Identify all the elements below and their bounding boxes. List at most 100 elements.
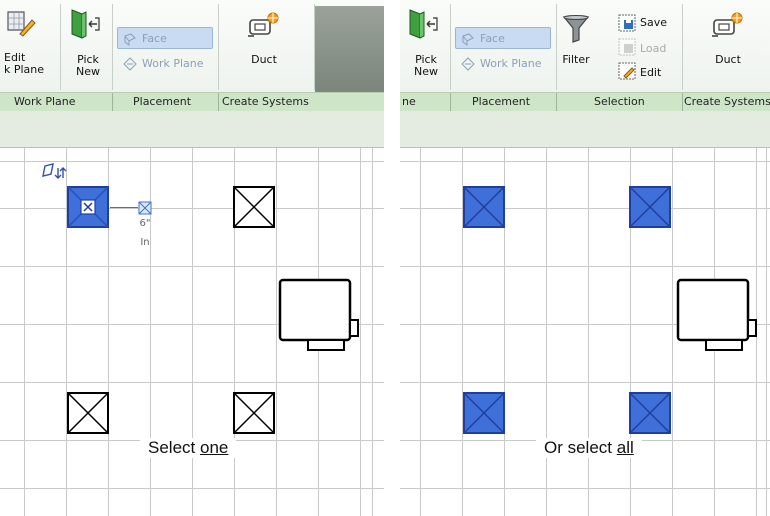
face-label: Face: [142, 32, 167, 45]
caption-select-all: Or select all: [536, 438, 642, 458]
mechanical-equipment[interactable]: [278, 278, 362, 354]
group-work-plane-truncated: ne: [402, 95, 416, 108]
grid-line: [588, 148, 589, 516]
grid-line: [400, 488, 770, 489]
face-button[interactable]: Face: [455, 27, 551, 49]
face-icon: [123, 32, 137, 46]
grid-line: [672, 148, 673, 516]
pick-new-label[interactable]: Pick New: [68, 54, 108, 78]
group-separator: [556, 93, 557, 111]
caption-link-one: one: [199, 438, 229, 457]
selected-air-terminal[interactable]: [463, 186, 505, 228]
ribbon: Pick New Face Work Plane Filter Save Loa…: [400, 0, 770, 92]
group-separator: [112, 93, 113, 111]
group-create-systems: Create Systems: [684, 95, 770, 108]
dimension-unit: In: [140, 237, 150, 248]
ribbon: Edit k Plane Pick New Face Work Plane Du…: [0, 0, 384, 92]
ribbon-separator: [682, 4, 683, 90]
work-plane-label: Work Plane: [480, 57, 542, 70]
group-selection: Selection: [594, 95, 645, 108]
options-bar: [400, 111, 770, 148]
caption-prefix: Select: [148, 438, 200, 457]
selected-air-terminal[interactable]: [67, 186, 109, 228]
grid-line: [276, 148, 277, 516]
edit-selection-icon[interactable]: [618, 62, 636, 80]
grid-line: [546, 148, 547, 516]
save-selection-label[interactable]: Save: [640, 17, 667, 29]
work-plane-button[interactable]: Work Plane: [455, 52, 551, 74]
group-separator: [682, 93, 683, 111]
work-plane-flip-icon[interactable]: [41, 162, 69, 182]
grid-line: [766, 148, 767, 516]
create-duct-system-icon[interactable]: [246, 12, 280, 40]
work-plane-icon: [461, 57, 475, 71]
grid-line: [192, 148, 193, 516]
create-duct-system-icon[interactable]: [710, 12, 744, 40]
drawing-canvas[interactable]: 6" In Select one: [0, 148, 384, 516]
ribbon-separator: [218, 4, 219, 90]
duct-label[interactable]: Duct: [244, 54, 284, 66]
connector-icon[interactable]: [138, 200, 152, 215]
face-icon: [461, 32, 475, 46]
group-placement: Placement: [472, 95, 531, 108]
panel-divider: [384, 0, 400, 516]
ribbon-overflow-panel: [315, 6, 384, 92]
grid-line: [420, 148, 421, 516]
edit-work-plane-icon[interactable]: [6, 8, 36, 38]
grid-line: [400, 161, 770, 162]
grid-line: [0, 208, 384, 209]
grid-line: [0, 266, 384, 267]
face-label: Face: [480, 32, 505, 45]
grid-line: [0, 382, 384, 383]
grid-line: [372, 148, 373, 516]
pick-label-line2: New: [414, 65, 438, 78]
load-selection-icon[interactable]: [618, 38, 636, 56]
work-plane-button[interactable]: Work Plane: [117, 52, 213, 74]
right-panel: Pick New Face Work Plane Filter Save Loa…: [400, 0, 770, 516]
dimension-value: 6": [139, 218, 151, 229]
group-create-systems: Create Systems: [222, 95, 309, 108]
grid-line: [400, 382, 770, 383]
face-button[interactable]: Face: [117, 27, 213, 49]
grid-line: [400, 266, 770, 267]
filter-icon[interactable]: [562, 14, 590, 44]
group-separator: [218, 93, 219, 111]
caption-link-all: all: [616, 438, 634, 457]
air-terminal[interactable]: [233, 392, 275, 434]
grid-line: [400, 208, 770, 209]
edit-selection-label[interactable]: Edit: [640, 67, 661, 79]
pick-new-label[interactable]: Pick New: [406, 54, 446, 78]
pick-new-icon[interactable]: [408, 6, 438, 40]
left-panel: Edit k Plane Pick New Face Work Plane Du…: [0, 0, 384, 516]
load-selection-label[interactable]: Load: [640, 43, 666, 55]
group-work-plane: Work Plane: [14, 95, 76, 108]
ribbon-separator: [60, 4, 61, 90]
work-plane-label: Work Plane: [142, 57, 204, 70]
ribbon-group-labels: Work Plane Placement Create Systems: [0, 92, 384, 112]
air-terminal[interactable]: [67, 392, 109, 434]
edit-label-line2: k Plane: [4, 63, 45, 76]
save-selection-icon[interactable]: [618, 14, 636, 32]
drawing-canvas[interactable]: Or select all: [400, 148, 770, 516]
connector-line: [110, 207, 138, 208]
ribbon-separator: [556, 4, 557, 90]
mechanical-equipment[interactable]: [676, 278, 760, 354]
filter-label[interactable]: Filter: [558, 54, 594, 66]
grid-line: [0, 488, 384, 489]
pick-label-line2: New: [76, 65, 100, 78]
air-terminal[interactable]: [233, 186, 275, 228]
work-plane-icon: [123, 57, 137, 71]
ribbon-group-labels: ne Placement Selection Create Systems: [400, 92, 770, 112]
options-bar: [0, 111, 384, 148]
group-placement: Placement: [133, 95, 192, 108]
duct-label[interactable]: Duct: [708, 54, 748, 66]
edit-work-plane-label[interactable]: Edit k Plane: [4, 52, 54, 76]
selected-air-terminal[interactable]: [629, 392, 671, 434]
ribbon-separator: [450, 4, 451, 90]
caption-select-one: Select one: [140, 438, 237, 458]
selected-air-terminal[interactable]: [629, 186, 671, 228]
selected-air-terminal[interactable]: [463, 392, 505, 434]
pick-new-icon[interactable]: [70, 6, 100, 40]
group-separator: [450, 93, 451, 111]
grid-line: [24, 148, 25, 516]
